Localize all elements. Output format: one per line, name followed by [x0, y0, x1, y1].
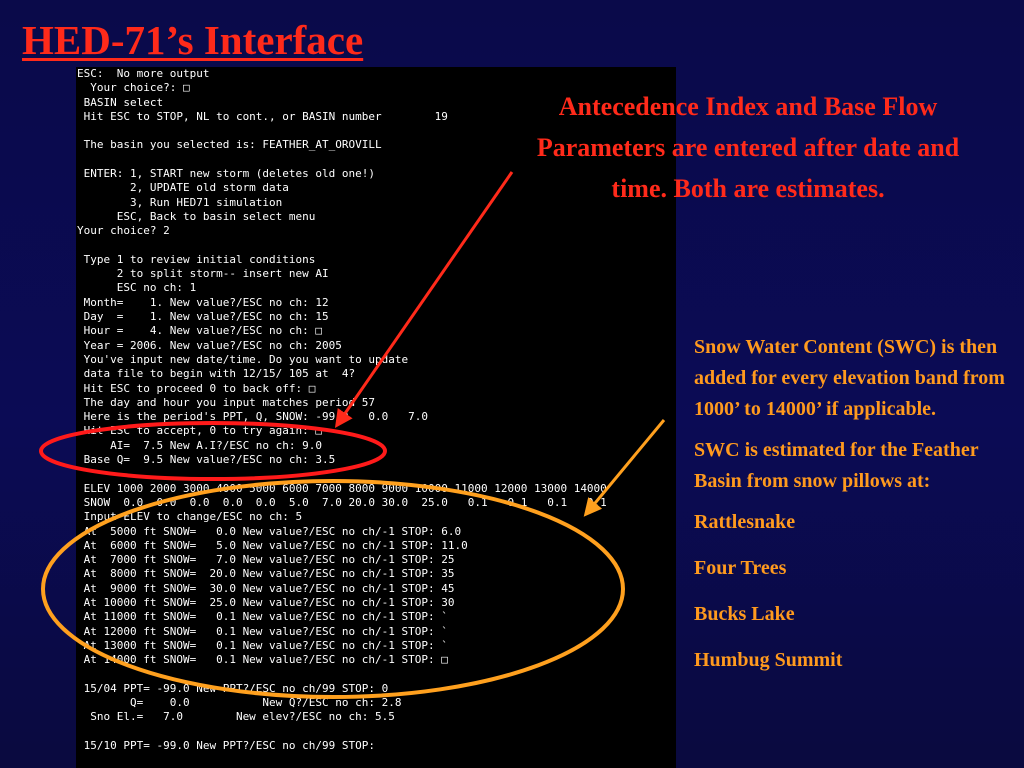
terminal-line: SNOW 0.0 0.0 0.0 0.0 0.0 5.0 7.0 20.0 30…: [77, 495, 607, 509]
terminal-line: The day and hour you input matches perio…: [77, 395, 376, 409]
terminal-line: ESC no ch: 1: [77, 281, 197, 295]
terminal-line: Hour = 4. New value?/ESC no ch: □: [77, 324, 323, 338]
terminal-line: data file to begin with 12/15/ 105 at 4?: [77, 367, 356, 381]
terminal-line: At 10000 ft SNOW= 25.0 New value?/ESC no…: [77, 595, 455, 609]
terminal-line: At 13000 ft SNOW= 0.1 New value?/ESC no …: [77, 638, 448, 652]
terminal-line: Hit ESC to proceed 0 to back off: □: [77, 381, 316, 395]
slide-title: HED-71’s Interface: [22, 17, 364, 63]
terminal-line: Here is the period's PPT, Q, SNOW: -99.0…: [77, 410, 428, 424]
terminal-line: At 5000 ft SNOW= 0.0 New value?/ESC no c…: [77, 524, 462, 538]
terminal-line: At 8000 ft SNOW= 20.0 New value?/ESC no …: [77, 567, 455, 581]
terminal-line: AI= 7.5 New A.I?/ESC no ch: 9.0: [77, 438, 323, 452]
snow-pillow-item: Humbug Summit: [694, 649, 843, 671]
terminal-line: Hit ESC to accept, 0 to try again: □: [77, 424, 323, 438]
snow-pillow-item: Four Trees: [694, 557, 787, 579]
swc-estimate-text: SWC is estimated for the Feather Basin f…: [694, 439, 979, 492]
terminal-line: ELEV 1000 2000 3000 4000 5000 6000 7000 …: [77, 481, 607, 495]
swc-intro-text: Snow Water Content (SWC) is then added f…: [694, 336, 1005, 420]
terminal-line: Sno El.= 7.0 New elev?/ESC no ch: 5.5: [77, 710, 395, 724]
terminal-line: ESC, Back to basin select menu: [77, 209, 316, 223]
terminal-line: Your choice? 2: [77, 224, 170, 238]
terminal-line: Q= 0.0 New Q?/ESC no ch: 2.8: [77, 696, 402, 710]
terminal-line: Month= 1. New value?/ESC no ch: 12: [77, 295, 329, 309]
terminal-line: At 14000 ft SNOW= 0.1 New value?/ESC no …: [77, 653, 448, 667]
terminal-line: ESC: No more output: [77, 67, 210, 80]
terminal-line: Input ELEV to change/ESC no ch: 5: [77, 510, 303, 524]
swc-annotation-panel: Snow Water Content (SWC) is then added f…: [694, 332, 1009, 691]
terminal-line: 15/10 PPT= -99.0 New PPT?/ESC no ch/99 S…: [77, 738, 376, 752]
terminal-line: At 6000 ft SNOW= 5.0 New value?/ESC no c…: [77, 538, 468, 552]
annotation-antecedence: Antecedence Index and Base Flow Paramete…: [536, 92, 960, 203]
snow-pillow-item: Rattlesnake: [694, 511, 796, 533]
terminal-line: At 11000 ft SNOW= 0.1 New value?/ESC no …: [77, 610, 448, 624]
terminal-line: At 7000 ft SNOW= 7.0 New value?/ESC no c…: [77, 553, 455, 567]
terminal-line: 15/04 PPT= -99.0 New PPT?/ESC no ch/99 S…: [77, 681, 389, 695]
terminal-line: Type 1 to review initial conditions: [77, 252, 316, 266]
terminal-line: At 9000 ft SNOW= 30.0 New value?/ESC no …: [77, 581, 455, 595]
terminal-line: You've input new date/time. Do you want …: [77, 352, 409, 366]
terminal-line: Base Q= 9.5 New value?/ESC no ch: 3.5: [77, 453, 336, 467]
terminal-line: Day = 1. New value?/ESC no ch: 15: [77, 310, 329, 324]
terminal-line: 2 to split storm-- insert new AI: [77, 267, 329, 281]
terminal-line: Year = 2006. New value?/ESC no ch: 2005: [77, 338, 342, 352]
terminal-line: At 12000 ft SNOW= 0.1 New value?/ESC no …: [77, 624, 448, 638]
snow-pillow-item: Bucks Lake: [694, 603, 795, 625]
